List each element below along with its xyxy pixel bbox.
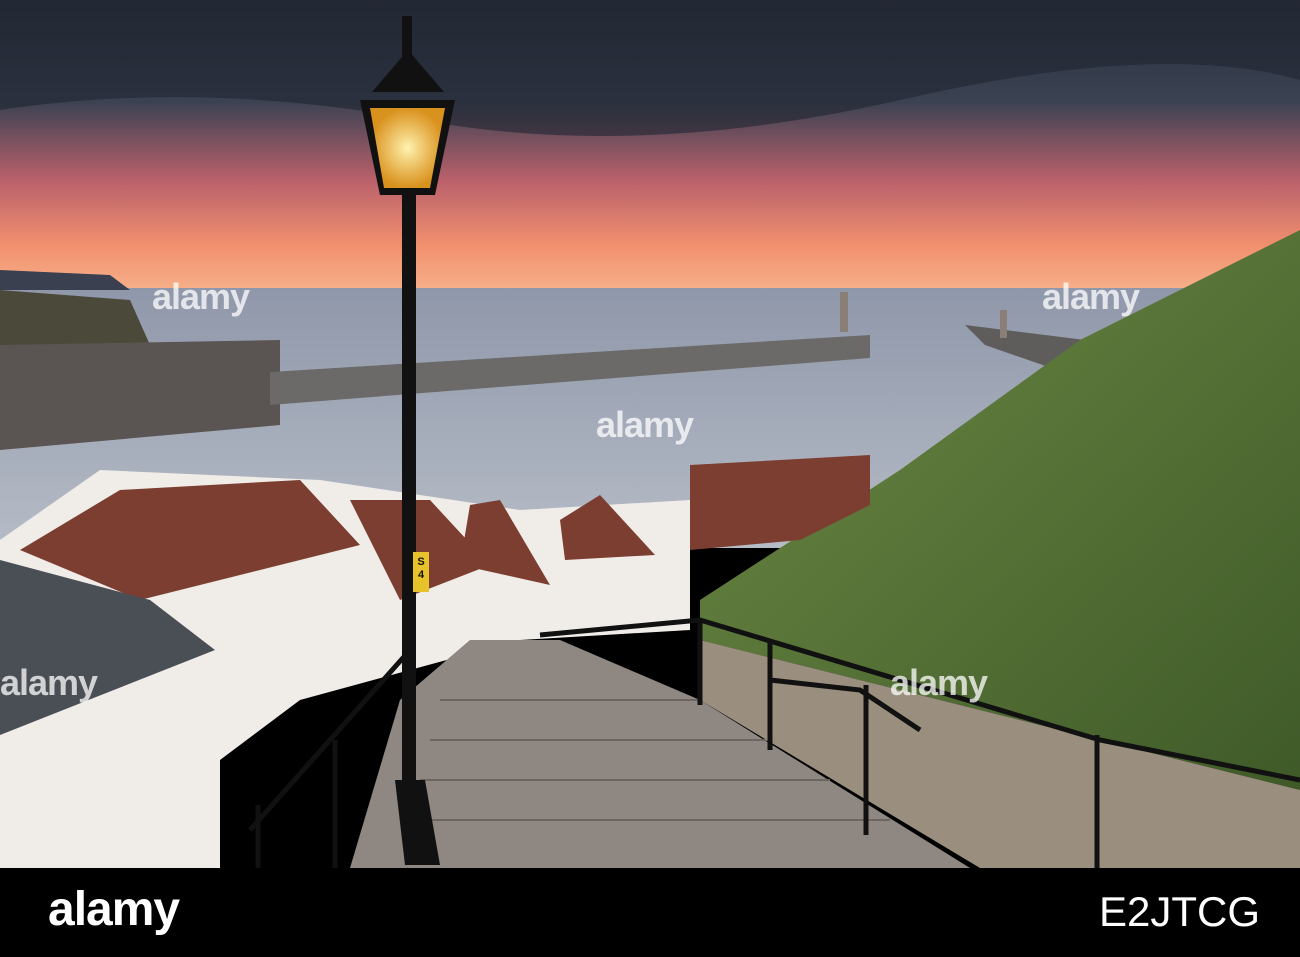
footer-bar: alamy E2JTCG (0, 868, 1300, 957)
photo-whitby-199-steps-sunset: S 4 alamy alamy alamy alamy alamy (0, 0, 1300, 868)
alamy-logo: alamy (48, 883, 180, 936)
watermark: alamy (596, 404, 694, 445)
lamp-sign: S 4 (413, 552, 429, 592)
west-lighthouse (840, 292, 848, 332)
image-id: E2JTCG (1098, 888, 1260, 935)
watermark: alamy (0, 662, 98, 703)
watermark: alamy (890, 662, 988, 703)
watermark: alamy (1042, 276, 1140, 317)
east-lighthouse (1000, 310, 1007, 338)
watermark: alamy (152, 276, 250, 317)
